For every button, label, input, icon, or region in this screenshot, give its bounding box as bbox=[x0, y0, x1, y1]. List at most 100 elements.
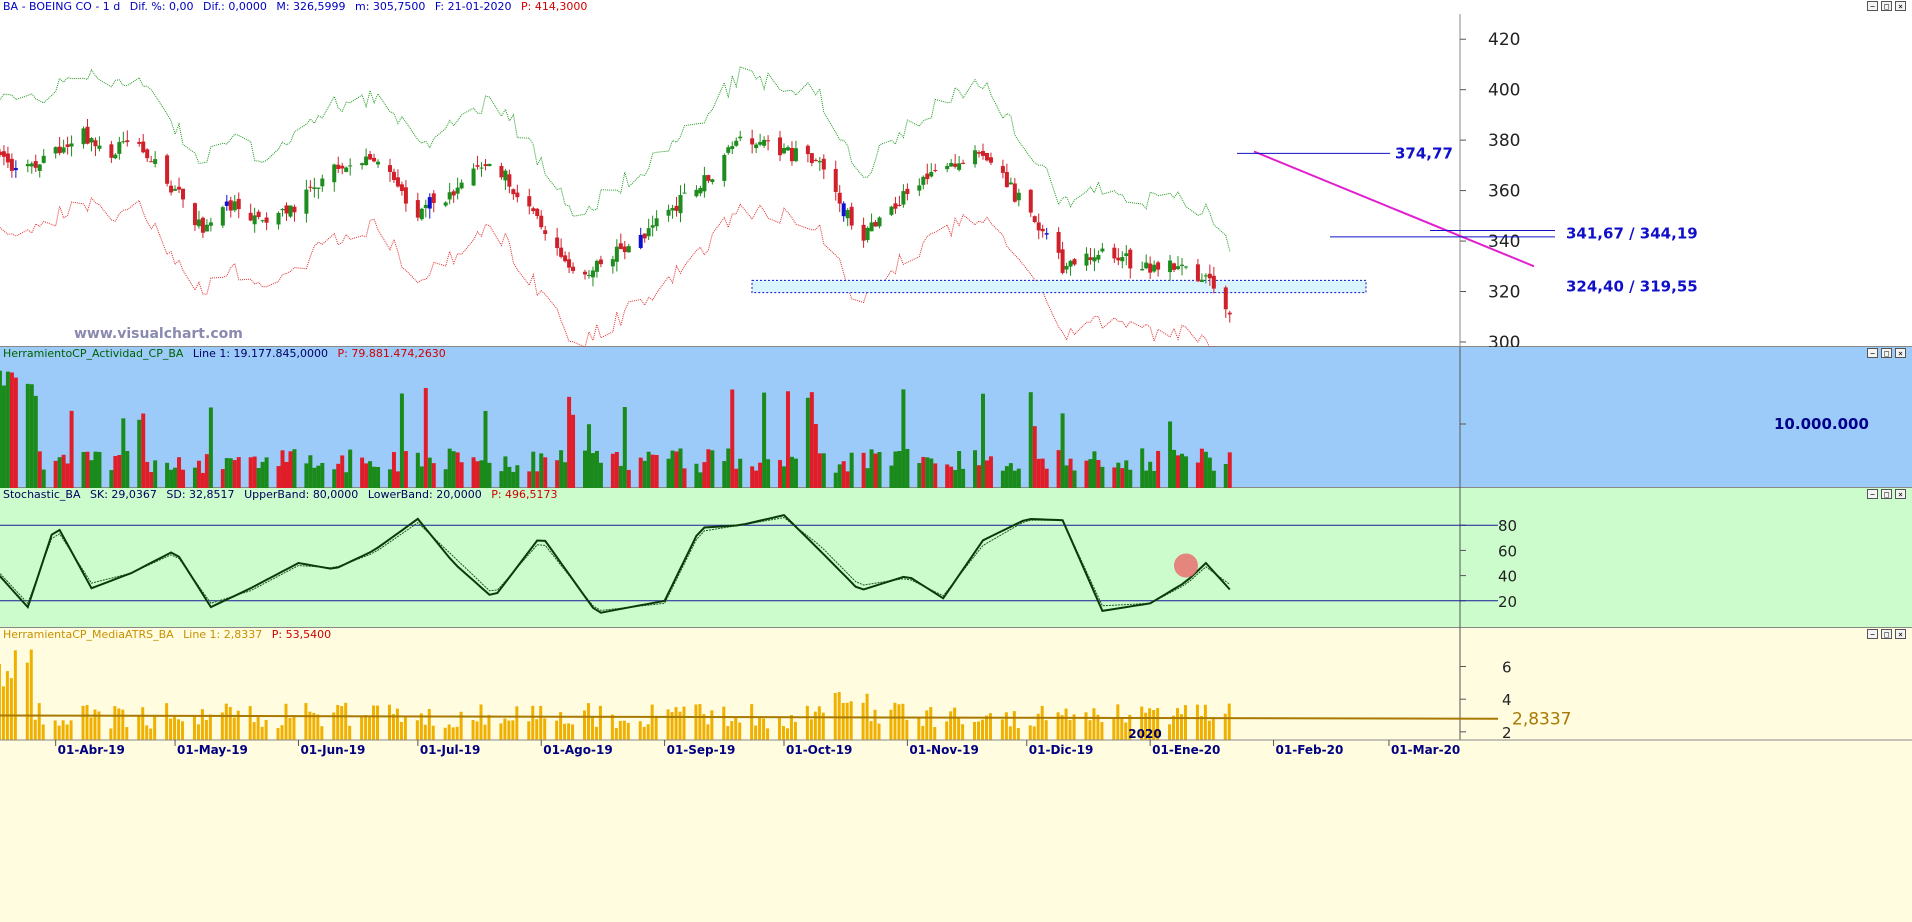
candle-body bbox=[821, 158, 826, 170]
volume-bar bbox=[252, 456, 257, 488]
volume-bar bbox=[949, 466, 954, 488]
atr-bar bbox=[674, 707, 678, 740]
atr-bar bbox=[451, 727, 455, 740]
atr-bar bbox=[750, 704, 754, 740]
atr-bar bbox=[415, 720, 419, 740]
volume-bar bbox=[730, 389, 735, 488]
candle-body bbox=[646, 228, 651, 237]
candle-body bbox=[276, 212, 281, 225]
atr-bar bbox=[276, 728, 280, 740]
candle-body bbox=[666, 209, 671, 216]
volume-bar bbox=[511, 471, 516, 488]
atr-bar bbox=[1176, 708, 1180, 740]
atr-bar bbox=[1028, 725, 1032, 740]
volume-bar bbox=[459, 462, 464, 488]
maximize-button[interactable]: □ bbox=[1881, 489, 1892, 499]
atr-bar bbox=[618, 720, 622, 740]
volume-bar bbox=[391, 452, 396, 488]
volume-bar bbox=[865, 468, 870, 488]
volume-bar bbox=[423, 388, 428, 488]
candle-body bbox=[893, 203, 898, 209]
candle-body bbox=[37, 164, 42, 171]
volume-window-buttons: − □ × bbox=[1867, 348, 1906, 358]
maximize-button[interactable]: □ bbox=[1881, 348, 1892, 358]
close-button[interactable]: × bbox=[1895, 348, 1906, 358]
atr-bar bbox=[897, 704, 901, 740]
atr-window-buttons: − □ × bbox=[1867, 629, 1906, 639]
atr-bar bbox=[789, 715, 793, 740]
close-button[interactable]: × bbox=[1895, 489, 1906, 499]
volume-bar bbox=[1176, 455, 1181, 488]
volume-bar bbox=[208, 407, 213, 488]
volume-bar bbox=[1040, 458, 1045, 488]
stoch-p-label: P: 496,5173 bbox=[491, 488, 558, 501]
volume-bar bbox=[698, 472, 703, 488]
x-tick-label: 01-Abr-19 bbox=[58, 743, 125, 757]
candle-body bbox=[590, 270, 595, 278]
candle-body bbox=[674, 205, 679, 211]
minimize-button[interactable]: − bbox=[1867, 348, 1878, 358]
volume-bar bbox=[200, 472, 205, 488]
volume-bar bbox=[224, 458, 229, 488]
volume-bar bbox=[447, 448, 452, 488]
volume-bar bbox=[1168, 421, 1173, 488]
candle-body bbox=[527, 196, 532, 207]
atr-bar bbox=[252, 722, 256, 740]
volume-bar bbox=[813, 423, 818, 488]
volume-bar bbox=[25, 383, 30, 488]
volume-bar bbox=[471, 457, 476, 488]
x-tick-label: 01-May-19 bbox=[177, 743, 248, 757]
volume-bar bbox=[674, 451, 679, 488]
lower-band-line bbox=[0, 196, 1215, 347]
minimize-button[interactable]: − bbox=[1867, 629, 1878, 639]
minimize-button[interactable]: − bbox=[1867, 489, 1878, 499]
atr-bar bbox=[622, 720, 626, 740]
volume-bar bbox=[897, 451, 902, 488]
volume-bar bbox=[372, 466, 377, 488]
volume-bar bbox=[515, 465, 520, 488]
atr-bar bbox=[232, 717, 236, 740]
atr-bar bbox=[364, 714, 368, 740]
volume-bar bbox=[1227, 452, 1232, 488]
candle-body bbox=[778, 137, 783, 156]
volume-bar bbox=[917, 463, 922, 488]
atr-bar bbox=[260, 726, 264, 740]
volume-bar bbox=[925, 457, 930, 488]
candle-body bbox=[809, 153, 814, 163]
candle-body bbox=[929, 171, 934, 177]
close-button[interactable]: × bbox=[1895, 629, 1906, 639]
volume-bar bbox=[789, 456, 794, 488]
volume-bar bbox=[415, 452, 420, 488]
atr-bar bbox=[706, 724, 710, 740]
candle-body bbox=[925, 173, 930, 180]
x-tick-label: 01-Ene-20 bbox=[1152, 743, 1220, 757]
volume-bar bbox=[1116, 462, 1121, 488]
atr-bar bbox=[527, 721, 531, 740]
atr-chart[interactable]: 6422,83372020Mar-1901-Abr-1901-May-1901-… bbox=[0, 628, 1912, 922]
x-tick-label: 01-Oct-19 bbox=[786, 743, 852, 757]
maximize-button[interactable]: □ bbox=[1881, 629, 1892, 639]
stochastic-chart[interactable]: 80 60 40 20 bbox=[0, 488, 1912, 628]
volume-bar bbox=[387, 469, 392, 488]
candle-body bbox=[722, 154, 727, 181]
candle-body bbox=[1064, 265, 1069, 270]
volume-tick-label: 10.000.000 bbox=[1774, 415, 1869, 433]
volume-bar bbox=[348, 449, 353, 488]
volume-chart[interactable]: 10.000.000 bbox=[0, 347, 1912, 488]
atr-bar bbox=[650, 704, 654, 740]
atr-bar bbox=[813, 711, 817, 740]
candle-body bbox=[125, 140, 130, 143]
candle-body bbox=[785, 147, 790, 151]
price-chart[interactable]: 420400380360340320300374,77341,67 / 344,… bbox=[0, 0, 1912, 347]
atr-bar bbox=[173, 715, 177, 740]
atr-bar bbox=[1060, 715, 1064, 740]
volume-bar bbox=[336, 463, 341, 488]
candle-body bbox=[419, 208, 424, 220]
candle-body bbox=[973, 150, 978, 165]
candle-body bbox=[57, 146, 62, 154]
volume-bar bbox=[344, 472, 349, 488]
atr-bar bbox=[443, 727, 447, 740]
volume-bar bbox=[1004, 466, 1009, 488]
atr-bar bbox=[586, 703, 590, 740]
volume-bar bbox=[53, 460, 58, 488]
